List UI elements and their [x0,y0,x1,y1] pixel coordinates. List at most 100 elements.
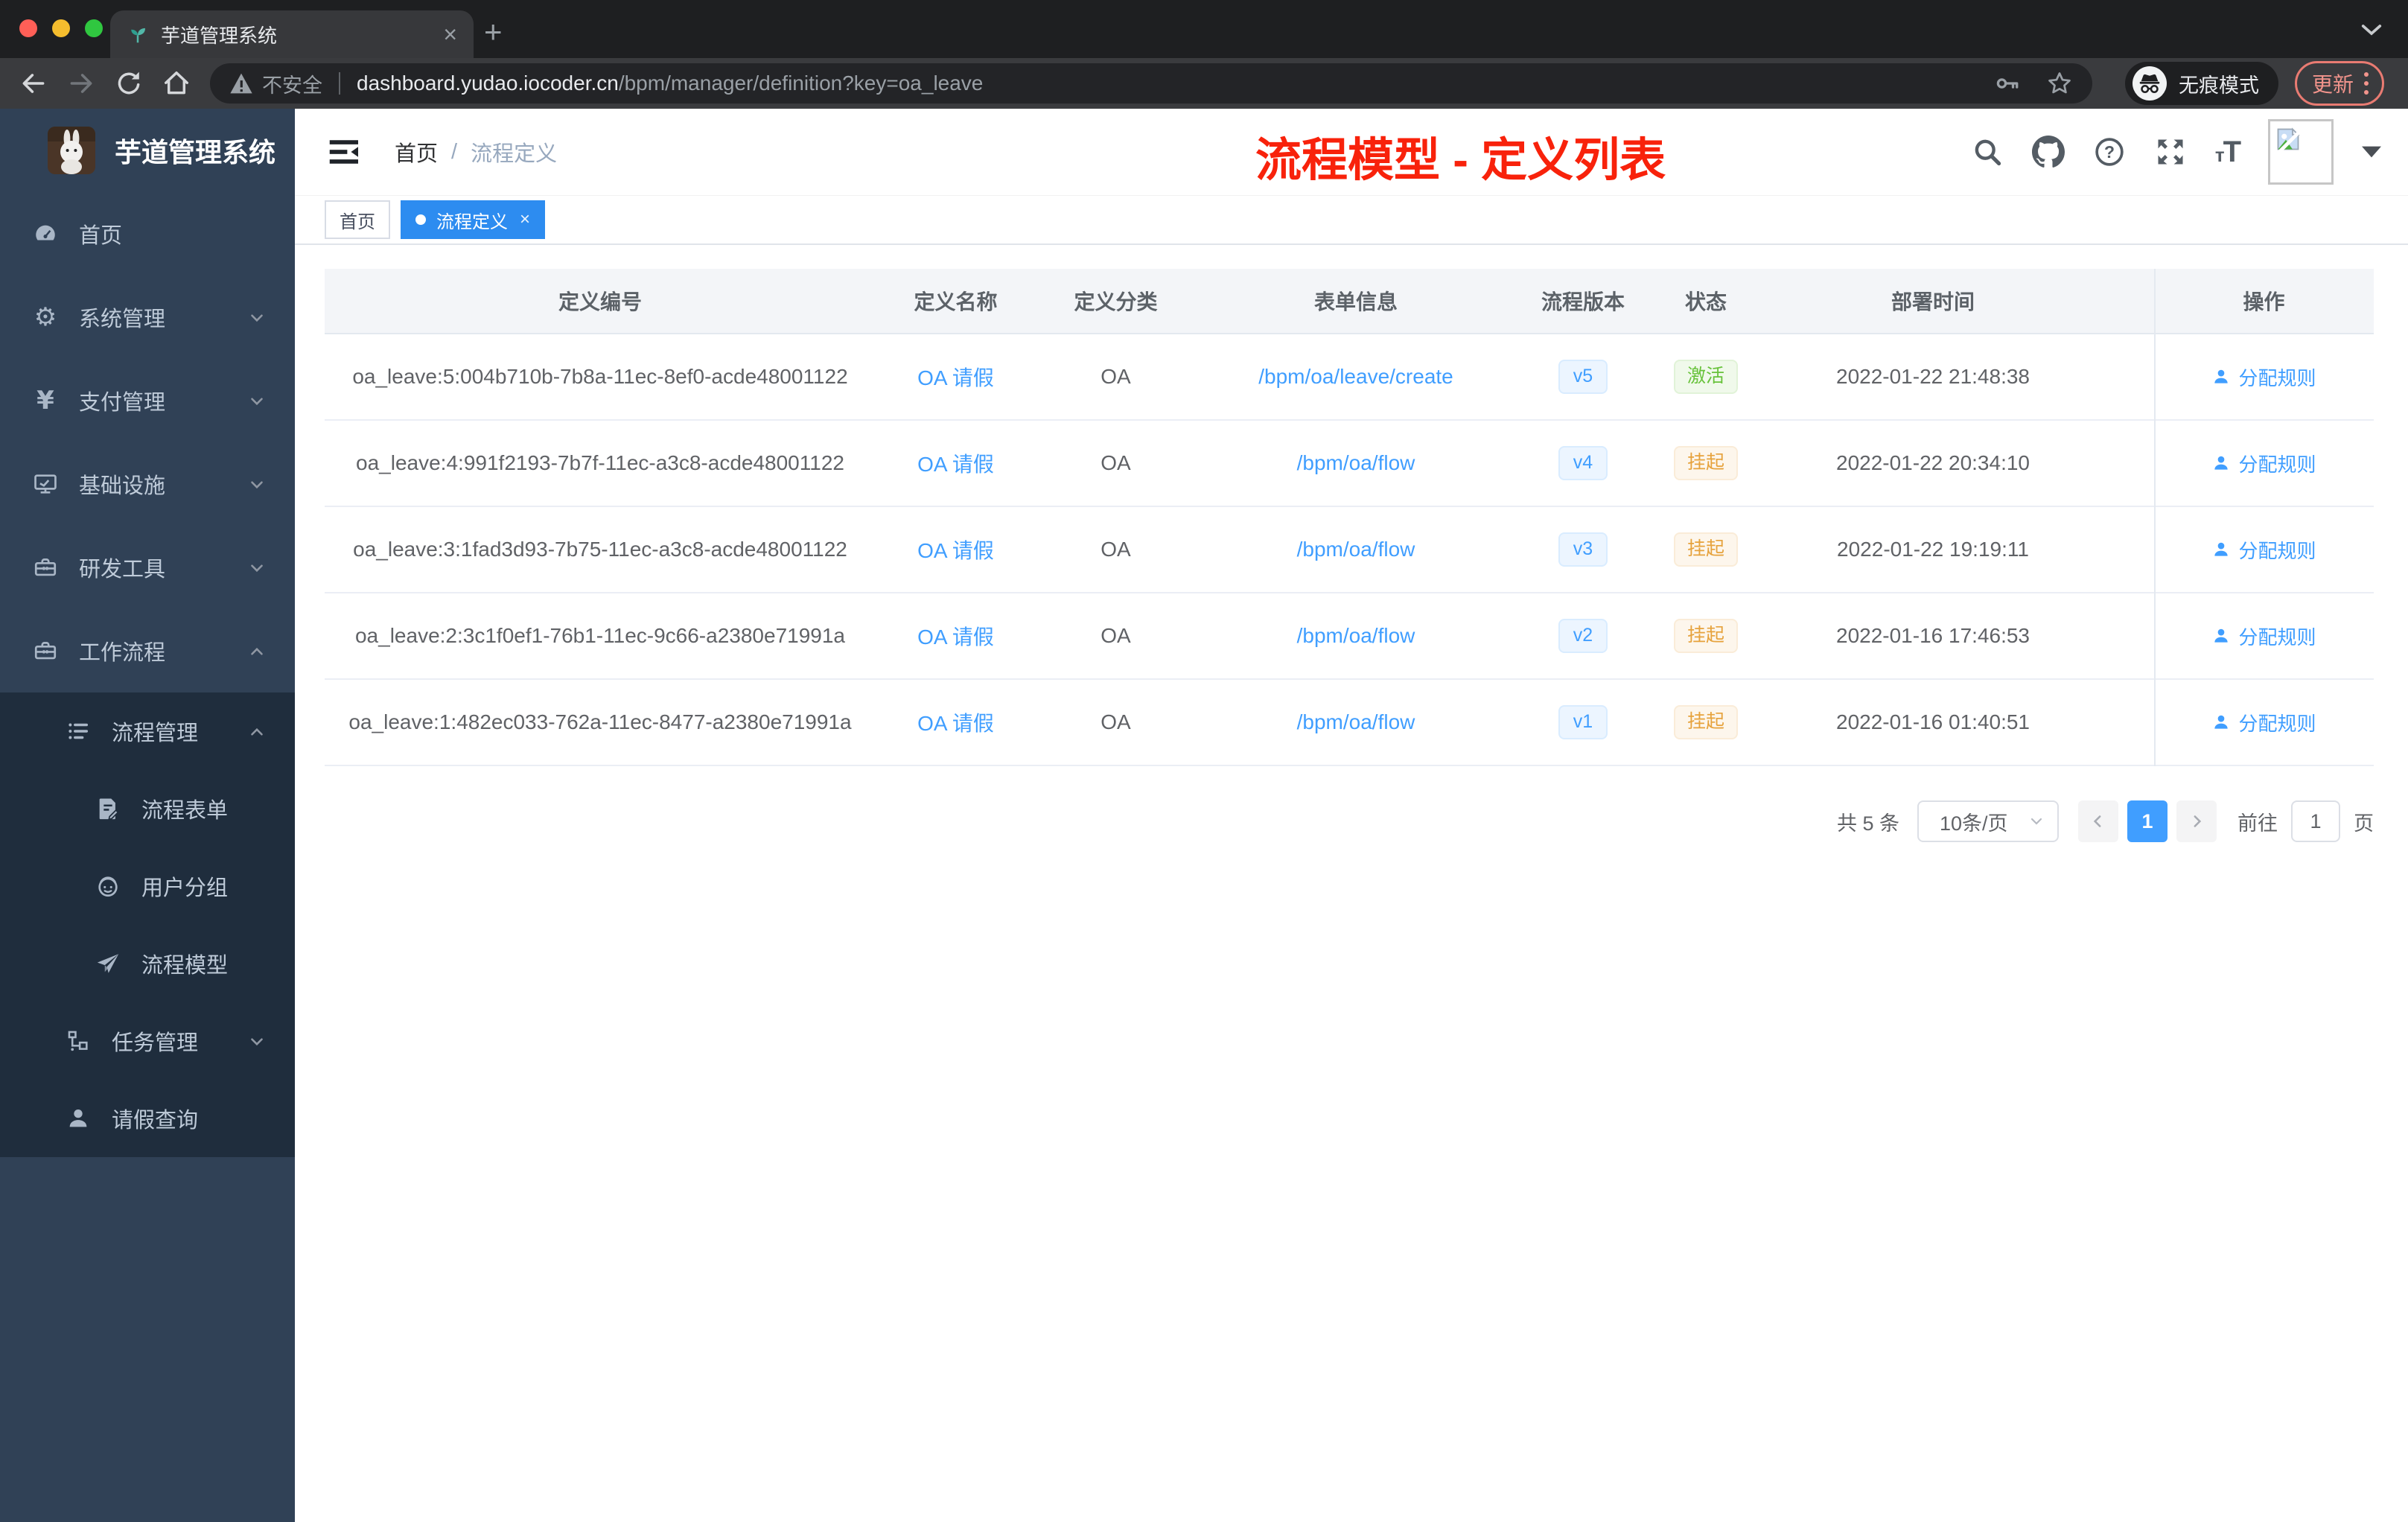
app-title: 芋道管理系统 [115,137,276,168]
sidebar-item-label: 支付管理 [79,391,166,415]
caret-down-icon[interactable] [2362,146,2381,158]
assign-rule-link[interactable]: 分配规则 [2238,363,2316,391]
form-link[interactable]: /bpm/oa/flow [1297,451,1415,474]
sidebar-item-user-group[interactable]: 用户分组 [0,847,295,925]
font-size-icon[interactable]: тT [2215,136,2241,169]
browser-toolbar: 不安全 dashboard.yudao.iocoder.cn/bpm/manag… [0,58,2408,109]
definition-name-link[interactable]: OA 请假 [917,539,994,562]
definition-name-link[interactable]: OA 请假 [917,625,994,649]
form-link[interactable]: /bpm/oa/flow [1297,710,1415,733]
sidebar-item-home[interactable]: 首页 [0,192,295,276]
definition-name-link[interactable]: OA 请假 [917,712,994,735]
status-badge: 挂起 [1673,532,1738,567]
new-tab-button[interactable]: + [484,16,503,48]
status-badge: 激活 [1673,360,1738,394]
version-tag: v3 [1558,532,1608,567]
sidebar-item-infra[interactable]: 基础设施 [0,442,295,526]
form-link[interactable]: /bpm/oa/flow [1297,624,1415,647]
table-row: oa_leave:3:1fad3d93-7b75-11ec-a3c8-acde4… [325,507,2374,593]
warning-icon [229,72,253,95]
header-form: 表单信息 [1313,290,1398,313]
assign-rule-link[interactable]: 分配规则 [2238,623,2316,650]
sidebar-item-pay[interactable]: ¥ 支付管理 [0,359,295,442]
page-unit-label: 页 [2354,812,2374,835]
cell-id: oa_leave:2:3c1f0ef1-76b1-11ec-9c66-a2380… [354,624,845,647]
sidebar-item-process-mgmt[interactable]: 流程管理 [0,692,295,770]
tab-search-icon[interactable] [2360,22,2383,37]
prev-page-button[interactable] [2078,800,2118,842]
help-icon[interactable]: ? [2093,136,2126,168]
browser-tab[interactable]: 芋道管理系统 × [110,10,474,58]
avatar[interactable] [2268,119,2334,185]
assign-rule-link[interactable]: 分配规则 [2238,450,2316,477]
chevron-up-icon [247,722,267,742]
page-number-button[interactable]: 1 [2127,800,2167,842]
home-icon[interactable] [162,69,191,98]
assign-rule-link[interactable]: 分配规则 [2238,536,2316,564]
sidebar-item-task-mgmt[interactable]: 任务管理 [0,1002,295,1080]
chevron-up-icon [247,642,267,661]
tag-process-definition[interactable]: 流程定义 × [401,200,546,239]
window-minimize-button[interactable] [52,19,70,37]
search-icon[interactable] [1971,136,2004,168]
url-bar[interactable]: 不安全 dashboard.yudao.iocoder.cn/bpm/manag… [210,63,2092,104]
window-close-button[interactable] [19,19,37,37]
sidebar-toggle-icon[interactable] [329,138,360,165]
sidebar-item-workflow[interactable]: 工作流程 [0,609,295,692]
assign-rule-link[interactable]: 分配规则 [2238,709,2316,736]
github-icon[interactable] [2031,136,2065,168]
security-label[interactable]: 不安全 [262,69,322,98]
user-icon [2214,369,2229,383]
sidebar-item-devtools[interactable]: 研发工具 [0,526,295,609]
paper-plane-icon [95,951,121,976]
definition-name-link[interactable]: OA 请假 [917,453,994,476]
cell-deploy-time: 2022-01-22 20:34:10 [1836,451,2030,474]
breadcrumb-home[interactable]: 首页 [395,136,438,168]
fixed-column-divider [2154,269,2156,766]
incognito-badge: 无痕模式 [2125,62,2278,105]
cell-category: OA [1101,538,1131,561]
pagination-total: 共 5 条 [1836,812,1899,835]
tag-home[interactable]: 首页 [325,200,390,239]
cell-id: oa_leave:1:482ec033-762a-11ec-8477-a2380… [348,710,852,733]
table-row: oa_leave:5:004b710b-7b8a-11ec-8ef0-acde4… [325,334,2374,421]
tab-close-icon[interactable]: × [443,22,457,46]
sidebar-item-process-model[interactable]: 流程模型 [0,925,295,1002]
window-zoom-button[interactable] [85,19,103,37]
next-page-button[interactable] [2176,800,2217,842]
status-badge: 挂起 [1673,705,1738,739]
incognito-label: 无痕模式 [2179,74,2259,97]
update-button[interactable]: 更新 [2295,61,2385,106]
sidebar-item-label: 流程表单 [141,799,229,823]
chevron-down-icon [247,392,267,411]
user-icon [2214,715,2229,729]
fullscreen-icon[interactable] [2154,136,2187,168]
sidebar-item-label: 请假查询 [112,1109,199,1133]
sidebar-item-label: 用户分组 [141,876,229,900]
cell-category: OA [1101,710,1131,733]
dashboard-icon [33,221,58,246]
tag-close-icon[interactable]: × [520,209,530,230]
sidebar-item-leave-query[interactable]: 请假查询 [0,1080,295,1157]
sidebar-item-label: 任务管理 [112,1031,199,1055]
form-link[interactable]: /bpm/oa/leave/create [1258,365,1453,388]
page-size-select[interactable]: 10条/页 [1917,800,2059,842]
cell-deploy-time: 2022-01-16 01:40:51 [1836,710,2030,733]
key-icon[interactable] [1994,70,2021,97]
tag-label: 首页 [340,211,375,232]
back-icon[interactable] [19,69,48,98]
browser-menu-icon[interactable] [2364,72,2369,95]
form-link[interactable]: /bpm/oa/flow [1297,538,1415,561]
cell-id: oa_leave:4:991f2193-7b7f-11ec-a3c8-acde4… [356,451,844,474]
bookmark-star-icon[interactable] [2046,70,2073,97]
header-category: 定义分类 [1074,290,1158,313]
toolbox-icon [33,555,58,580]
goto-page-input[interactable] [2291,800,2340,842]
person-icon [66,1106,91,1131]
reload-icon[interactable] [115,69,143,98]
definition-name-link[interactable]: OA 请假 [917,366,994,389]
select-caret-icon [2030,818,2042,825]
sidebar-item-process-form[interactable]: 流程表单 [0,770,295,847]
sidebar-logo[interactable]: 芋道管理系统 [0,109,295,192]
sidebar-item-system[interactable]: ⚙ 系统管理 [0,276,295,359]
